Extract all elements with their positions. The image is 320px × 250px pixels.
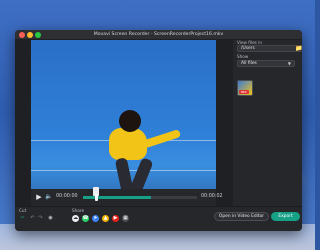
export-button[interactable]: Export bbox=[271, 212, 300, 221]
trim-timeline[interactable] bbox=[83, 187, 197, 201]
more-share-icon[interactable]: ▦ bbox=[122, 215, 129, 222]
whatsapp-icon[interactable]: ☎ bbox=[82, 215, 89, 222]
redo-icon[interactable]: ↷ bbox=[37, 215, 44, 222]
share-label: Share bbox=[72, 208, 85, 213]
telegram-icon[interactable]: ➤ bbox=[92, 215, 99, 222]
cloud-share-icon[interactable]: ☁ bbox=[72, 215, 79, 222]
recorder-window: Movavi Screen Recorder - ScreenRecorderP… bbox=[15, 30, 302, 231]
file-filter-select[interactable]: All files ▼ bbox=[237, 60, 295, 67]
window-title: Movavi Screen Recorder - ScreenRecorderP… bbox=[93, 32, 224, 37]
volume-icon[interactable]: 🔈 bbox=[45, 193, 53, 201]
video-preview[interactable] bbox=[31, 40, 216, 214]
title-bar: Movavi Screen Recorder - ScreenRecorderP… bbox=[15, 30, 302, 40]
skater-body bbox=[109, 128, 147, 160]
filter-value: All files bbox=[241, 61, 257, 66]
path-value: /Users bbox=[241, 46, 255, 51]
open-in-video-editor-button[interactable]: Open in Video Editor bbox=[214, 212, 269, 221]
scissors-icon[interactable]: ✂ bbox=[19, 215, 26, 222]
chevron-down-icon: ▼ bbox=[287, 61, 291, 66]
preview-margin-right bbox=[216, 40, 233, 214]
thumbnail-tag: REC bbox=[239, 90, 249, 94]
playhead-knob[interactable] bbox=[95, 194, 98, 201]
total-time: 00:00:02 bbox=[201, 194, 223, 199]
current-time: 00:00:00 bbox=[56, 194, 78, 199]
recording-thumbnail[interactable]: REC bbox=[237, 80, 253, 96]
cut-label: Cut bbox=[19, 208, 27, 213]
skater-head bbox=[119, 110, 141, 132]
player-controls: ▶ 🔈 00:00:00 00:00:02 bbox=[31, 187, 223, 206]
play-icon[interactable]: ▶ bbox=[35, 193, 43, 201]
youtube-icon[interactable]: ▶ bbox=[112, 215, 119, 222]
preview-margin-left bbox=[15, 40, 31, 214]
files-panel: View files in /Users Show All files ▼ RE… bbox=[233, 40, 302, 214]
path-field[interactable]: /Users bbox=[237, 45, 302, 52]
folder-icon[interactable]: 📁 bbox=[295, 45, 302, 52]
drive-icon[interactable]: ▲ bbox=[102, 215, 109, 222]
trim-progress-fill bbox=[83, 196, 152, 199]
undo-icon[interactable]: ↶ bbox=[29, 215, 36, 222]
camera-icon[interactable]: ◉ bbox=[47, 215, 54, 222]
